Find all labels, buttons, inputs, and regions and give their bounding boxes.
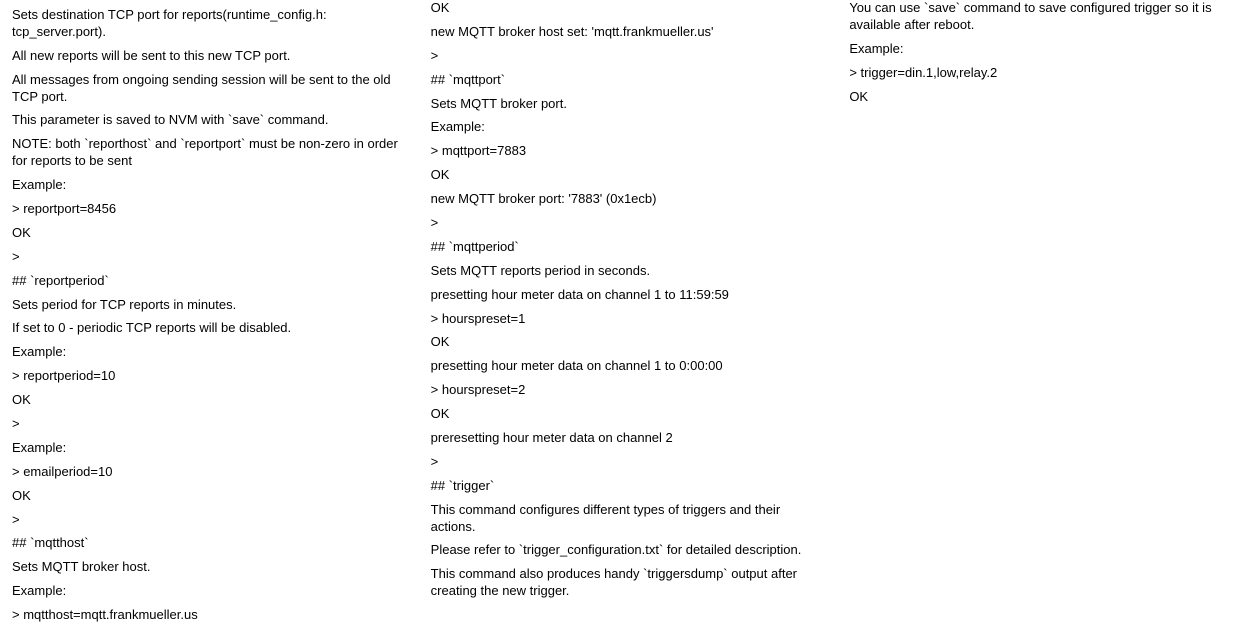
cli-output: OK (431, 334, 818, 351)
document-columns: Sets destination TCP port for reports(ru… (0, 0, 1248, 627)
cli-output: presetting hour meter data on channel 1 … (431, 287, 818, 304)
example-label: Example: (431, 119, 818, 136)
cli-output: OK (431, 0, 818, 17)
section-heading-mqttperiod: ## `mqttperiod` (431, 239, 818, 256)
doc-paragraph: NOTE: both `reporthost` and `reportport`… (12, 136, 399, 170)
cli-output: OK (431, 406, 818, 423)
doc-paragraph: This command configures different types … (431, 502, 818, 536)
cli-prompt: > (431, 215, 818, 232)
cli-command: > mqtthost=mqtt.frankmueller.us (12, 607, 399, 624)
section-heading-trigger: ## `trigger` (431, 478, 818, 495)
doc-paragraph: Sets MQTT broker host. (12, 559, 399, 576)
cli-output: presetting hour meter data on channel 1 … (431, 358, 818, 375)
cli-command: > mqttport=7883 (431, 143, 818, 160)
example-label: Example: (12, 177, 399, 194)
cli-prompt: > (12, 249, 399, 266)
cli-command: > trigger=din.1,low,relay.2 (849, 65, 1236, 82)
doc-paragraph: All messages from ongoing sending sessio… (12, 72, 399, 106)
cli-output: OK (12, 488, 399, 505)
cli-output: OK (12, 225, 399, 242)
cli-command: > reportperiod=10 (12, 368, 399, 385)
section-heading-mqtthost: ## `mqtthost` (12, 535, 399, 552)
section-heading-reportperiod: ## `reportperiod` (12, 273, 399, 290)
doc-paragraph: Please refer to `trigger_configuration.t… (431, 542, 818, 559)
cli-command: > emailperiod=10 (12, 464, 399, 481)
cli-command: > hourspreset=2 (431, 382, 818, 399)
cli-output: OK (12, 392, 399, 409)
cli-output: OK (849, 89, 1236, 106)
cli-command: > reportport=8456 (12, 201, 399, 218)
cli-prompt: > (12, 512, 399, 529)
doc-paragraph: This command also produces handy `trigge… (431, 566, 818, 600)
section-heading-mqttport: ## `mqttport` (431, 72, 818, 89)
cli-command: > hourspreset=1 (431, 311, 818, 328)
cli-output: new MQTT broker host set: 'mqtt.frankmue… (431, 24, 818, 41)
cli-output: preresetting hour meter data on channel … (431, 430, 818, 447)
doc-paragraph: Sets MQTT reports period in seconds. (431, 263, 818, 280)
cli-prompt: > (12, 416, 399, 433)
example-label: Example: (12, 344, 399, 361)
doc-paragraph: If set to 0 - periodic TCP reports will … (12, 320, 399, 337)
example-label: Example: (12, 583, 399, 600)
cli-output: new MQTT broker port: '7883' (0x1ecb) (431, 191, 818, 208)
doc-paragraph: You can use `save` command to save confi… (849, 0, 1236, 34)
doc-paragraph: All new reports will be sent to this new… (12, 48, 399, 65)
doc-paragraph: This parameter is saved to NVM with `sav… (12, 112, 399, 129)
example-label: Example: (849, 41, 1236, 58)
doc-paragraph: Sets MQTT broker port. (431, 96, 818, 113)
cli-prompt: > (431, 454, 818, 471)
doc-paragraph: Sets destination TCP port for reports(ru… (12, 7, 399, 41)
example-label: Example: (12, 440, 399, 457)
cli-output: OK (431, 167, 818, 184)
cli-prompt: > (431, 48, 818, 65)
doc-paragraph: Sets period for TCP reports in minutes. (12, 297, 399, 314)
